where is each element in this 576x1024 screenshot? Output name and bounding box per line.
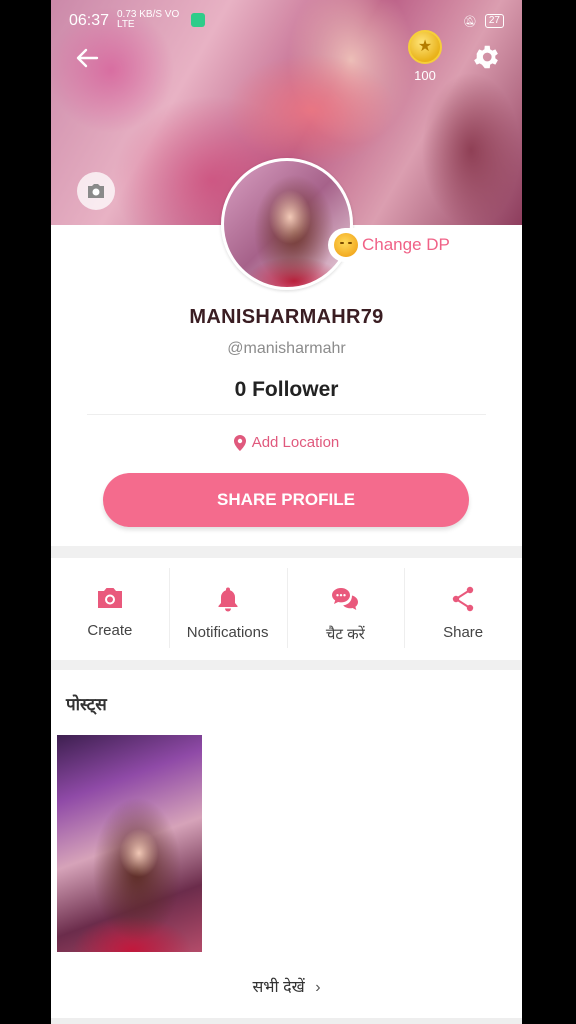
- create-label: Create: [87, 622, 133, 639]
- status-bar: 06:37 0.73 KB/S VO LTE 🔕︎ 27: [51, 0, 522, 42]
- kissing-emoji-icon: [334, 233, 358, 257]
- location-pin-icon: [233, 434, 246, 451]
- share-action[interactable]: Share: [404, 560, 522, 660]
- add-location-link[interactable]: Add Location: [51, 434, 522, 451]
- section-divider: [51, 1018, 522, 1024]
- change-dp-label: Change DP: [362, 235, 450, 254]
- create-action[interactable]: Create: [51, 560, 169, 660]
- notifications-action[interactable]: Notifications: [168, 560, 287, 660]
- see-all-label: सभी देखें: [252, 979, 305, 996]
- camera-icon: [97, 588, 122, 608]
- profile-username: MANISHARMAHR79: [189, 306, 384, 328]
- change-cover-button[interactable]: [77, 172, 115, 210]
- gear-icon: [474, 45, 498, 69]
- notifications-label: Notifications: [186, 624, 269, 641]
- share-icon: [452, 586, 474, 612]
- settings-button[interactable]: [471, 42, 501, 72]
- profile-screen: 06:37 0.73 KB/S VO LTE 🔕︎ 27 ★ 100 Chang…: [51, 0, 522, 1024]
- camera-icon: [88, 184, 104, 198]
- battery-level: 27: [484, 14, 504, 28]
- mute-icon: 🔕︎: [462, 15, 477, 28]
- see-all-link[interactable]: सभी देखें ›: [51, 975, 522, 997]
- profile-handle: @manisharmahr: [227, 340, 346, 357]
- add-location-label: Add Location: [251, 434, 340, 451]
- share-label: Share: [443, 624, 484, 641]
- status-right: 🔕︎ 27: [463, 14, 504, 28]
- section-divider: [51, 546, 522, 558]
- action-bar: Create Notifications चैट करें Share: [51, 560, 522, 660]
- coin-balance[interactable]: ★ 100: [407, 30, 443, 83]
- divider: [87, 414, 486, 415]
- profile-avatar[interactable]: [221, 158, 353, 290]
- status-time: 06:37: [69, 12, 110, 29]
- chat-icon: [332, 588, 359, 610]
- posts-section-title: पोस्ट्स: [66, 695, 107, 714]
- change-dp-button[interactable]: Change DP: [328, 228, 460, 262]
- follower-count[interactable]: 0 Follower: [51, 378, 522, 402]
- chat-label: चैट करें: [325, 626, 365, 643]
- bell-icon: [218, 587, 238, 612]
- section-divider: [51, 660, 522, 670]
- chat-action[interactable]: चैट करें: [286, 560, 405, 660]
- app-notification-icon: [191, 13, 205, 27]
- network-status: 0.73 KB/S VO LTE: [117, 9, 180, 30]
- back-button[interactable]: [73, 44, 103, 74]
- coin-count: 100: [414, 68, 436, 83]
- share-profile-button[interactable]: SHARE PROFILE: [103, 473, 469, 527]
- back-arrow-icon: [76, 48, 99, 68]
- post-thumbnail[interactable]: [57, 735, 202, 952]
- coin-icon: ★: [408, 30, 442, 64]
- chevron-right-icon: ›: [315, 979, 321, 996]
